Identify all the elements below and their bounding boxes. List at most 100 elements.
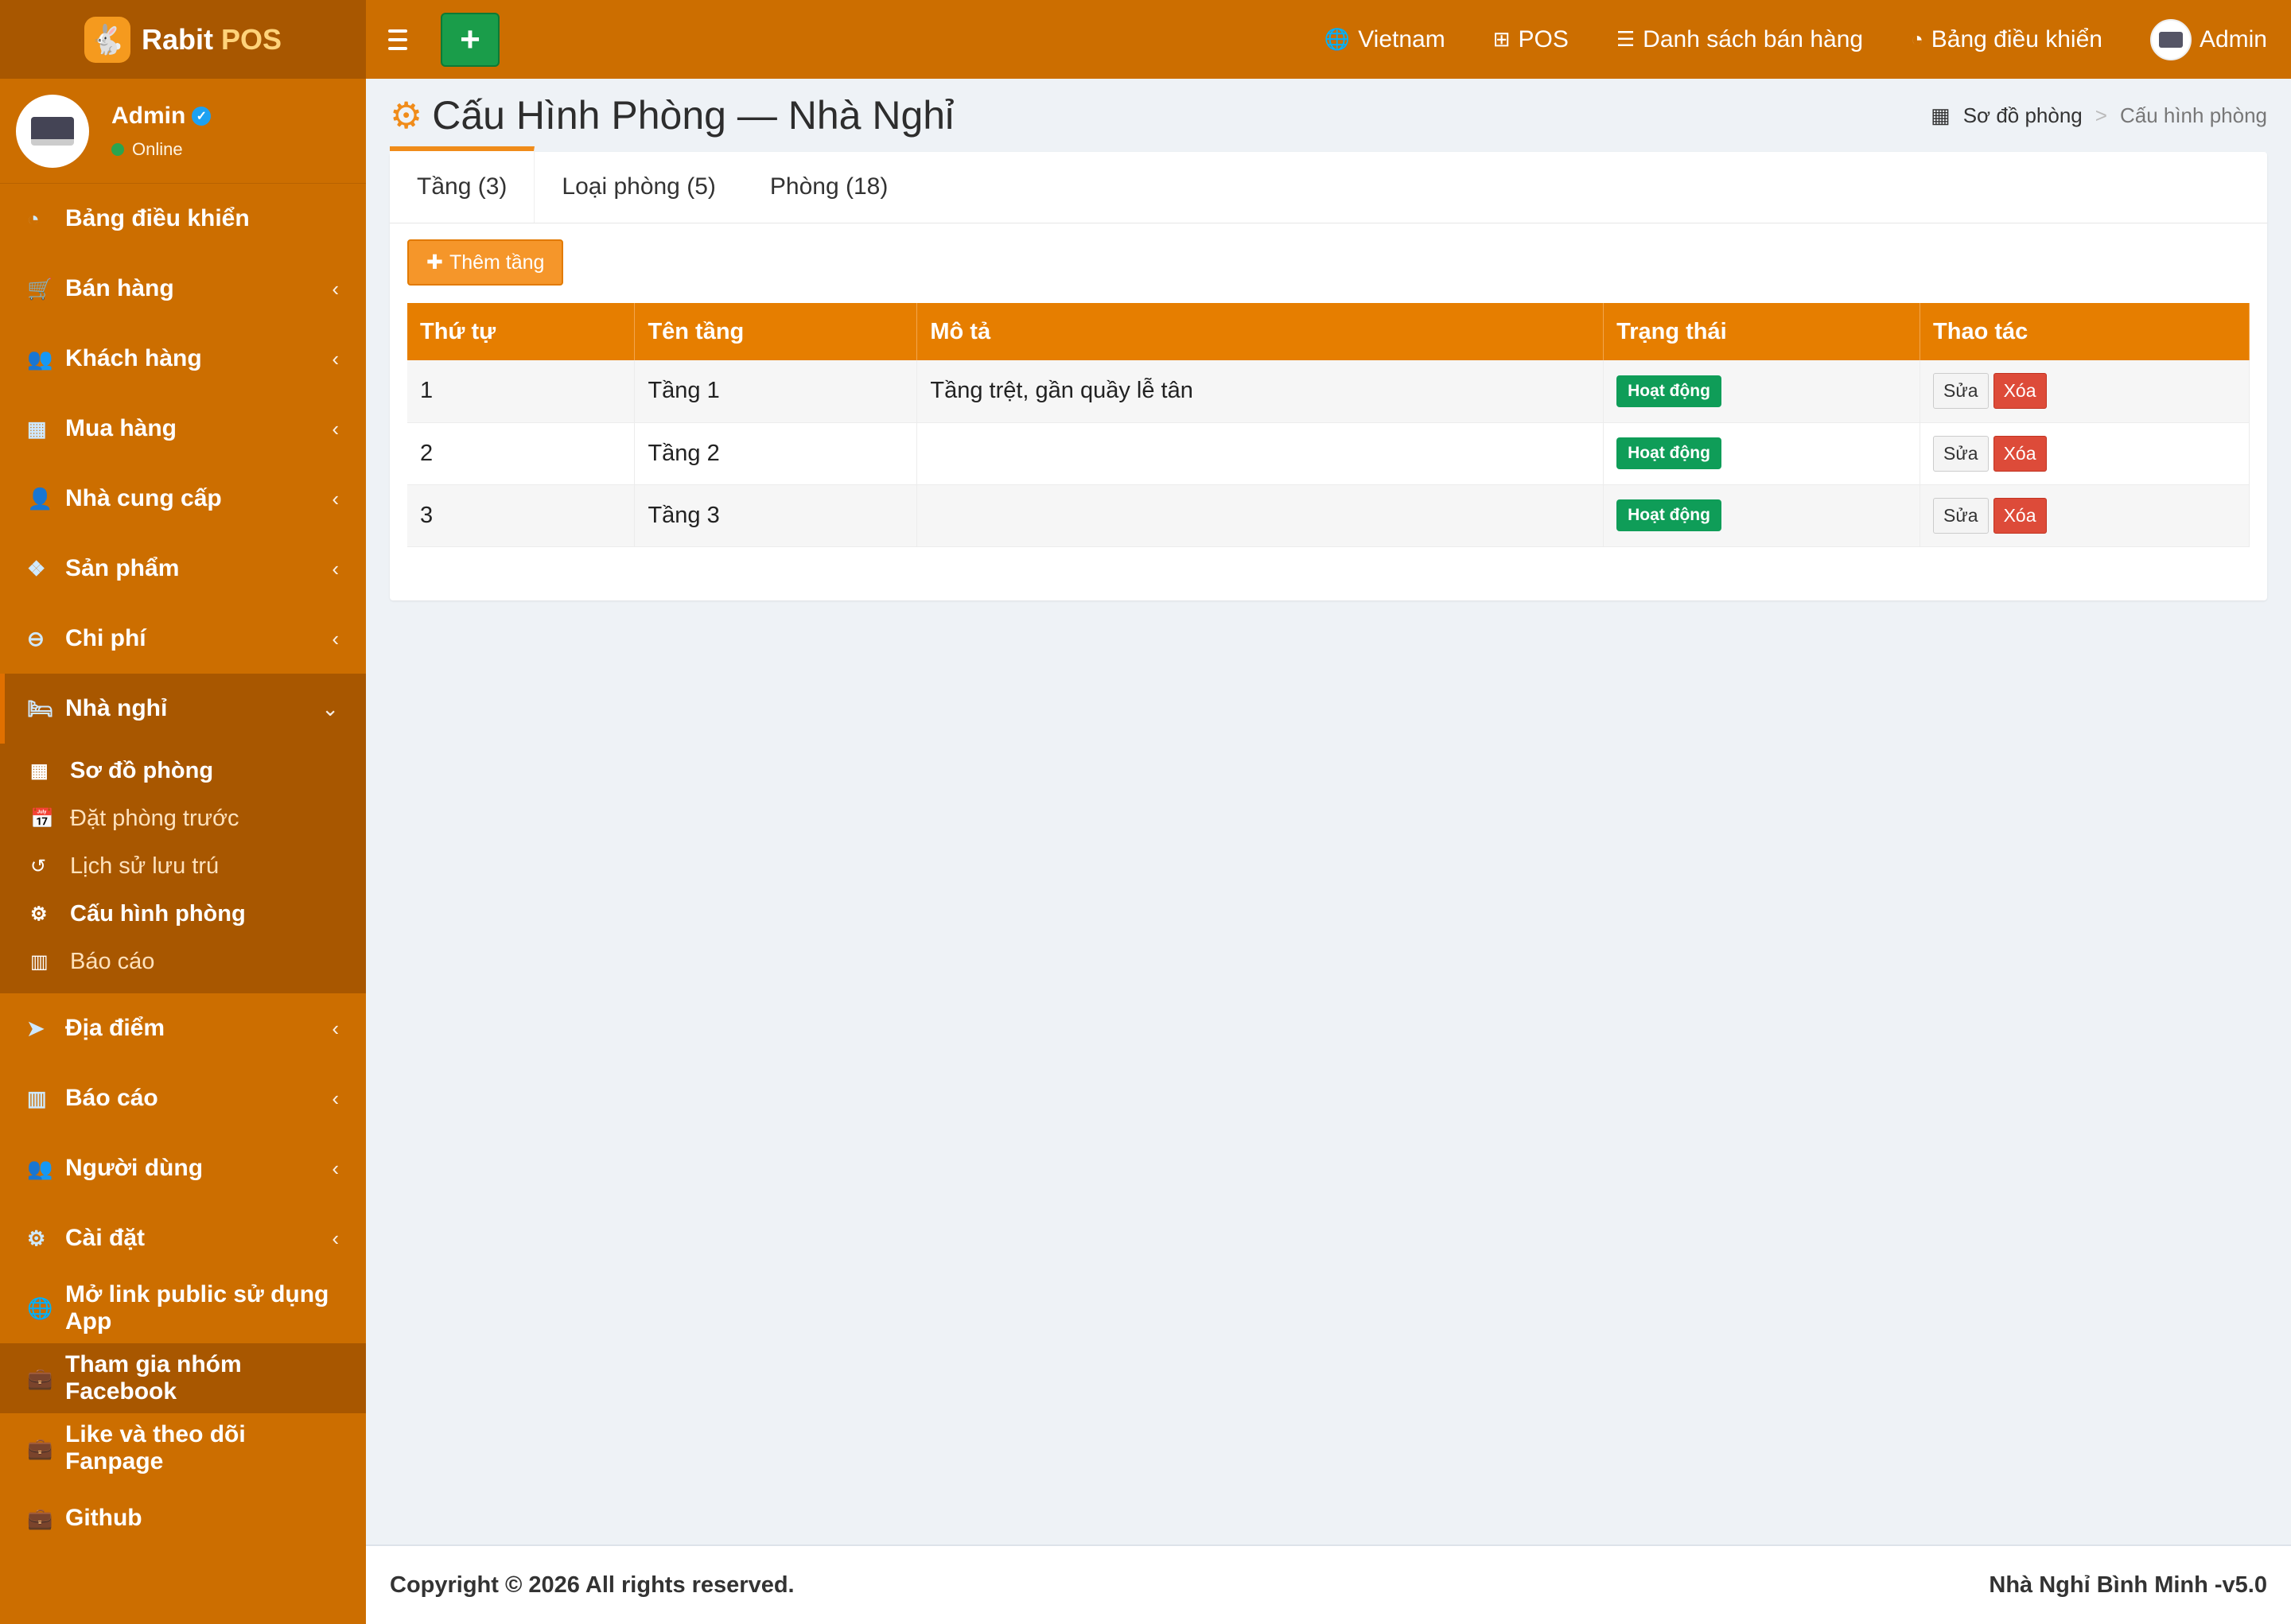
delete-button[interactable]: Xóa xyxy=(1993,373,2047,410)
user-menu-label: Admin xyxy=(2199,25,2267,52)
sidebar-item-customers[interactable]: 👥 Khách hàng ‹ xyxy=(0,324,366,394)
sidebar-item-label: Bán hàng xyxy=(65,275,174,301)
cart-icon: 🛒 xyxy=(27,276,53,301)
chevron-left-icon: ‹ xyxy=(332,626,339,651)
submenu-item-history[interactable]: ↺ Lịch sử lưu trú xyxy=(0,842,366,890)
minus-circle-icon: ⊖ xyxy=(27,626,45,651)
sidebar-item-users[interactable]: 👥 Người dùng ‹ xyxy=(0,1133,366,1203)
chevron-left-icon: ‹ xyxy=(332,556,339,581)
sidebar-item-dashboard[interactable]: ◔ Bảng điều khiển xyxy=(0,184,366,254)
cogs-icon: ⚙ xyxy=(390,95,423,136)
cubes-icon: ❖ xyxy=(27,556,46,581)
config-card: Tầng (3) Loại phòng (5) Phòng (18) ✚ Thêm… xyxy=(390,146,2267,600)
chevron-left-icon: ‹ xyxy=(332,1086,339,1110)
user-menu[interactable]: Admin xyxy=(2149,18,2267,60)
sidebar-item-products[interactable]: ❖ Sản phẩm ‹ xyxy=(0,534,366,604)
delete-button[interactable]: Xóa xyxy=(1993,435,2047,472)
th-large-icon: ▦ xyxy=(1931,103,1951,127)
sidebar-item-sales[interactable]: 🛒 Bán hàng ‹ xyxy=(0,254,366,324)
history-icon: ↺ xyxy=(30,855,47,877)
sidebar-item-label: Github xyxy=(65,1505,142,1531)
users-icon: 👥 xyxy=(27,346,53,371)
breadcrumb-separator: > xyxy=(2095,103,2107,127)
add-floor-button[interactable]: ✚ Thêm tầng xyxy=(407,239,564,286)
cell-order: 2 xyxy=(407,422,636,485)
bed-icon: 🛏 xyxy=(27,696,54,721)
chevron-left-icon: ‹ xyxy=(332,416,339,441)
sidebar-item-label: Chi phí xyxy=(65,625,146,651)
user-panel: Admin ✓ Online xyxy=(0,79,366,184)
sales-list-link[interactable]: ☰ Danh sách bán hàng xyxy=(1616,26,1863,53)
sales-list-label: Danh sách bán hàng xyxy=(1643,25,1864,52)
submenu-item-room-map[interactable]: ▦ Sơ đồ phòng xyxy=(0,747,366,795)
user-status-text: Online xyxy=(132,138,183,159)
sidebar-item-public-link[interactable]: 🌐 Mở link public sử dụng App xyxy=(0,1273,366,1343)
sidebar-item-guesthouse[interactable]: 🛏 Nhà nghỉ ⌄ xyxy=(0,674,366,744)
edit-button[interactable]: Sửa xyxy=(1933,373,1989,410)
sidebar-item-settings[interactable]: ⚙ Cài đặt ‹ xyxy=(0,1203,366,1273)
dashboard-icon: ◔ xyxy=(1911,27,1923,51)
cell-actions: Sửa Xóa xyxy=(1920,422,2250,485)
add-floor-label: Thêm tầng xyxy=(449,251,545,274)
language-link[interactable]: 🌐 Vietnam xyxy=(1324,26,1445,53)
sidebar-item-purchases[interactable]: ▦ Mua hàng ‹ xyxy=(0,394,366,464)
verified-icon: ✓ xyxy=(192,106,212,126)
sidebar-item-label: Sản phẩm xyxy=(65,555,180,581)
column-header-description: Mô tả xyxy=(916,303,1604,360)
footer: Copyright © 2026 All rights reserved. Nh… xyxy=(366,1544,2291,1624)
menu-toggle-icon[interactable] xyxy=(388,22,423,57)
submenu-item-report[interactable]: ▥ Báo cáo xyxy=(0,938,366,985)
sidebar-item-label: Mua hàng xyxy=(65,415,177,441)
submenu-item-room-config[interactable]: ⚙ Cấu hình phòng xyxy=(0,890,366,938)
sidebar-item-expenses[interactable]: ⊖ Chi phí ‹ xyxy=(0,604,366,674)
user-name-text: Admin xyxy=(111,102,186,129)
chevron-left-icon: ‹ xyxy=(332,1016,339,1040)
breadcrumb-link[interactable]: Sơ đồ phòng xyxy=(1963,103,2083,128)
user-avatar xyxy=(16,94,89,168)
cell-order: 1 xyxy=(407,360,636,423)
chevron-left-icon: ‹ xyxy=(332,276,339,301)
dashboard-label: Bảng điều khiển xyxy=(1931,25,2102,52)
briefcase-icon: 💼 xyxy=(27,1436,53,1460)
cell-order: 3 xyxy=(407,484,636,547)
column-header-name: Tên tầng xyxy=(634,303,918,360)
edit-button[interactable]: Sửa xyxy=(1933,497,1989,534)
sidebar: Admin ✓ Online ◔ Bảng điều khiển 🛒 Bán hàng… xyxy=(0,79,366,1624)
pos-label: POS xyxy=(1518,25,1569,52)
column-header-order: Thứ tự xyxy=(407,303,636,360)
sidebar-item-label: Báo cáo xyxy=(65,1085,158,1111)
dashboard-link[interactable]: ◔ Bảng điều khiển xyxy=(1911,26,2102,53)
brand-name: Rabit POS xyxy=(142,23,282,56)
user-name: Admin ✓ xyxy=(111,102,212,130)
delete-button[interactable]: Xóa xyxy=(1993,497,2047,534)
sidebar-item-facebook-group[interactable]: 💼 Tham gia nhóm Facebook xyxy=(0,1343,366,1413)
sidebar-item-label: Mở link public sử dụng App xyxy=(65,1281,329,1335)
edit-button[interactable]: Sửa xyxy=(1933,435,1989,472)
sidebar-item-fanpage[interactable]: 💼 Like và theo dõi Fanpage xyxy=(0,1413,366,1483)
tab-rooms[interactable]: Phòng (18) xyxy=(743,151,915,223)
brand[interactable]: 🐇 Rabit POS xyxy=(0,0,366,79)
submenu-item-label: Báo cáo xyxy=(70,948,155,974)
cell-name: Tầng 2 xyxy=(634,422,918,485)
user-plus-icon: 👤 xyxy=(27,486,53,511)
pos-link[interactable]: ⊞ POS xyxy=(1493,26,1569,53)
sidebar-item-github[interactable]: 💼 Github xyxy=(0,1483,366,1553)
list-icon: ☰ xyxy=(1616,27,1636,51)
language-label: Vietnam xyxy=(1358,25,1445,52)
sidebar-item-suppliers[interactable]: 👤 Nhà cung cấp ‹ xyxy=(0,464,366,534)
sidebar-item-reports[interactable]: ▥ Báo cáo ‹ xyxy=(0,1063,366,1133)
bar-chart-icon: ▥ xyxy=(27,1086,47,1110)
tab-floors[interactable]: Tầng (3) xyxy=(390,146,535,223)
submenu-item-booking[interactable]: 📅 Đặt phòng trước xyxy=(0,795,366,842)
cell-actions: Sửa Xóa xyxy=(1920,360,2250,423)
status-badge: Hoạt động xyxy=(1616,375,1721,407)
sidebar-item-label: Like và theo dõi Fanpage xyxy=(65,1421,246,1474)
tab-room-types[interactable]: Loại phòng (5) xyxy=(535,151,742,223)
main-content: ⚙ Cấu Hình Phòng — Nhà Nghỉ ▦ Sơ đồ phòng… xyxy=(366,79,2291,1544)
avatar xyxy=(2149,18,2192,60)
add-button[interactable]: + xyxy=(441,12,500,67)
briefcase-icon: 💼 xyxy=(27,1366,53,1390)
table-row: 2 Tầng 2 Hoạt động Sửa Xóa xyxy=(407,422,2250,485)
sidebar-item-locations[interactable]: ➤ Địa điểm ‹ xyxy=(0,993,366,1063)
chevron-left-icon: ‹ xyxy=(332,1156,339,1180)
